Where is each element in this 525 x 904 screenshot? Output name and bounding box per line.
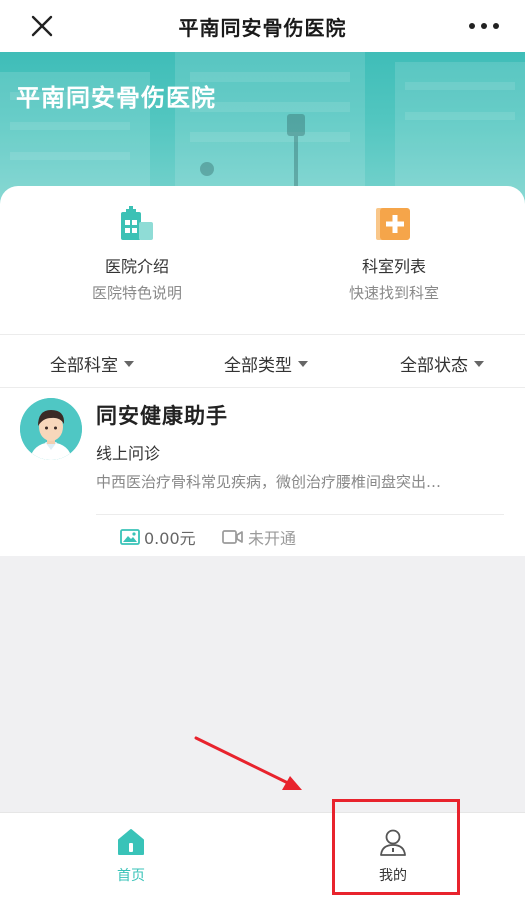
- tab-home[interactable]: 首页: [0, 813, 262, 904]
- hospital-intro-entry[interactable]: 医院介绍 医院特色说明: [37, 206, 237, 304]
- caret-down-icon: [298, 360, 308, 367]
- status-filter[interactable]: 全部状态: [400, 351, 484, 376]
- caret-down-icon: [474, 360, 484, 367]
- type-filter[interactable]: 全部类型: [224, 351, 308, 376]
- divider: [96, 514, 504, 515]
- home-icon: [116, 827, 146, 857]
- tab-home-label: 首页: [117, 868, 145, 884]
- feature-subtitle: 快速找到科室: [348, 284, 439, 302]
- top-nav-bar: 平南同安骨伤医院: [0, 0, 525, 52]
- doctor-name: 同安健康助手: [96, 404, 228, 428]
- feature-title: 科室列表: [361, 257, 426, 276]
- image-consult-price: 0.00元: [120, 525, 196, 549]
- price-text: 0.00元: [144, 529, 196, 548]
- department-list-entry[interactable]: 科室列表 快速找到科室: [294, 206, 494, 304]
- department-filter[interactable]: 全部科室: [50, 351, 134, 376]
- video-status-text: 未开通: [248, 529, 297, 548]
- department-filter-label: 全部科室: [50, 356, 118, 376]
- status-filter-label: 全部状态: [400, 356, 468, 376]
- feature-card: 医院介绍 医院特色说明 科室列表 快速找到科室: [0, 186, 525, 334]
- close-icon[interactable]: [28, 12, 56, 40]
- type-filter-label: 全部类型: [224, 356, 292, 376]
- video-consult-status: 未开通: [222, 525, 296, 549]
- service-type: 线上问诊: [96, 444, 161, 463]
- avatar: [20, 398, 82, 460]
- hospital-building-icon: [119, 206, 155, 242]
- video-icon: [222, 530, 243, 544]
- doctor-description: 中西医治疗骨科常见疾病，微创治疗腰椎间盘突出…: [96, 473, 442, 491]
- more-icon[interactable]: [469, 14, 499, 38]
- page-title: 平南同安骨伤医院: [178, 15, 347, 40]
- caret-down-icon: [124, 360, 134, 367]
- doctor-list-item[interactable]: 同安健康助手 线上问诊 中西医治疗骨科常见疾病，微创治疗腰椎间盘突出… 0.00…: [0, 388, 525, 556]
- plus-square-icon: [376, 206, 412, 242]
- feature-subtitle: 医院特色说明: [91, 284, 182, 302]
- image-icon: [120, 529, 140, 545]
- banner-hospital-name: 平南同安骨伤医院: [16, 84, 216, 112]
- annotation-highlight-box: [332, 799, 460, 895]
- feature-title: 医院介绍: [104, 257, 169, 276]
- filter-bar: 全部科室 全部类型 全部状态: [0, 334, 525, 388]
